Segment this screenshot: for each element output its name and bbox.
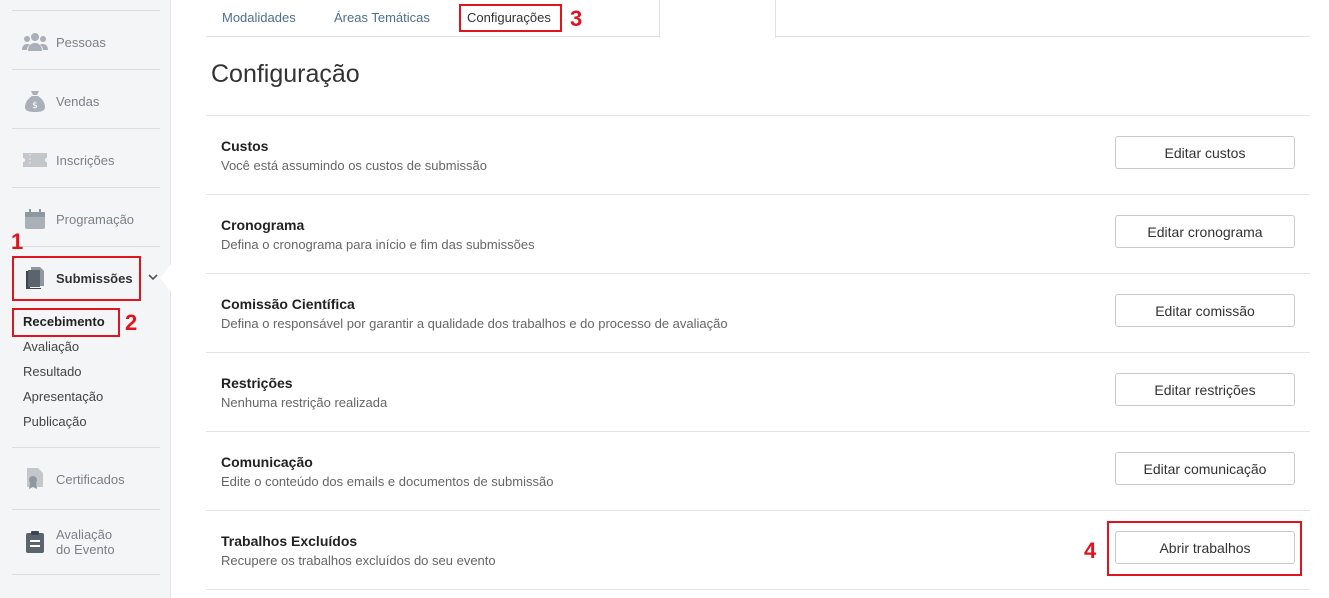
annotation-box-1 — [12, 256, 141, 301]
sidebar-item-programacao[interactable]: Programação — [12, 190, 160, 248]
submenu-item-apresentacao[interactable]: Apresentação — [23, 389, 103, 404]
row-divider — [206, 589, 1310, 590]
sidebar-item-label: Vendas — [56, 93, 100, 109]
money-bag-icon: $ — [22, 88, 48, 114]
row-title: Trabalhos Excluídos — [221, 533, 358, 549]
edit-comissao-button[interactable]: Editar comissão — [1115, 294, 1295, 327]
annotation-box-3 — [459, 4, 562, 32]
annotation-number-4: 4 — [1084, 538, 1097, 563]
edit-comunicacao-button[interactable]: Editar comunicação — [1115, 452, 1295, 485]
row-divider — [206, 194, 1310, 195]
edit-restricoes-button[interactable]: Editar restrições — [1115, 373, 1295, 406]
nav-divider — [12, 574, 160, 575]
nav-divider — [12, 246, 160, 247]
submenu-item-avaliacao[interactable]: Avaliação — [23, 339, 79, 354]
calendar-icon — [22, 206, 48, 232]
sidebar-item-label: Programação — [56, 211, 135, 227]
row-title: Comunicação — [221, 454, 313, 470]
certificate-icon — [22, 466, 48, 492]
sidebar-item-pessoas[interactable]: Pessoas — [12, 13, 160, 71]
svg-text:$: $ — [32, 101, 38, 111]
edit-cronograma-button[interactable]: Editar cronograma — [1115, 215, 1295, 248]
tab-bar: Modalidades Áreas Temáticas Configuraçõe… — [206, 0, 1310, 38]
row-title: Comissão Científica — [221, 296, 355, 312]
sidebar-item-avaliacao-evento[interactable]: Avaliação do Evento — [12, 513, 160, 571]
annotation-box-2 — [12, 308, 120, 337]
row-description: Defina o cronograma para início e fim da… — [221, 237, 535, 252]
row-title: Cronograma — [221, 217, 305, 233]
sidebar-item-label: Avaliação do Evento — [56, 527, 115, 557]
nav-divider — [12, 10, 160, 11]
annotation-number-2: 2 — [125, 310, 138, 335]
row-description: Defina o responsável por garantir a qual… — [221, 316, 728, 331]
sidebar-item-label: Inscrições — [56, 152, 115, 168]
nav-divider — [12, 447, 160, 448]
nav-divider — [12, 187, 160, 188]
submenu-item-resultado[interactable]: Resultado — [23, 364, 82, 379]
tab-modalidades[interactable]: Modalidades — [222, 10, 296, 25]
sidebar-item-inscricoes[interactable]: Inscrições — [12, 131, 160, 189]
row-divider — [206, 115, 1310, 116]
label-line-1: Avaliação — [56, 527, 113, 542]
nav-divider — [12, 509, 160, 510]
row-description: Recupere os trabalhos excluídos do seu e… — [221, 553, 496, 568]
row-divider — [206, 352, 1310, 353]
row-description: Nenhuma restrição realizada — [221, 395, 388, 410]
people-icon — [22, 29, 48, 55]
sidebar-item-label: Pessoas — [56, 34, 106, 50]
ticket-icon — [22, 147, 48, 173]
row-title: Restrições — [221, 375, 293, 391]
annotation-box-4 — [1107, 521, 1302, 576]
sidebar-item-vendas[interactable]: $ Vendas — [12, 72, 160, 130]
annotation-number-3: 3 — [570, 6, 583, 31]
row-title: Custos — [221, 138, 269, 154]
nav-divider — [12, 69, 160, 70]
row-divider — [206, 510, 1310, 511]
row-divider — [206, 431, 1310, 432]
tab-areas-tematicas[interactable]: Áreas Temáticas — [334, 10, 430, 25]
sidebar-item-certificados[interactable]: Certificados — [12, 450, 160, 508]
clipboard-icon — [22, 529, 48, 555]
submenu-item-publicacao[interactable]: Publicação — [23, 414, 87, 429]
label-line-2: do Evento — [56, 542, 115, 557]
edit-custos-button[interactable]: Editar custos — [1115, 136, 1295, 169]
row-description: Edite o conteúdo dos emails e documentos… — [221, 474, 554, 489]
sidebar-item-label: Certificados — [56, 471, 125, 487]
row-description: Você está assumindo os custos de submiss… — [221, 158, 487, 173]
sidebar-active-pointer — [160, 264, 171, 292]
nav-divider — [12, 128, 160, 129]
row-divider — [206, 273, 1310, 274]
annotation-number-1: 1 — [11, 229, 24, 254]
tab-active-background — [659, 0, 776, 38]
chevron-down-icon[interactable] — [146, 270, 160, 284]
page-title: Configuração — [211, 60, 360, 88]
